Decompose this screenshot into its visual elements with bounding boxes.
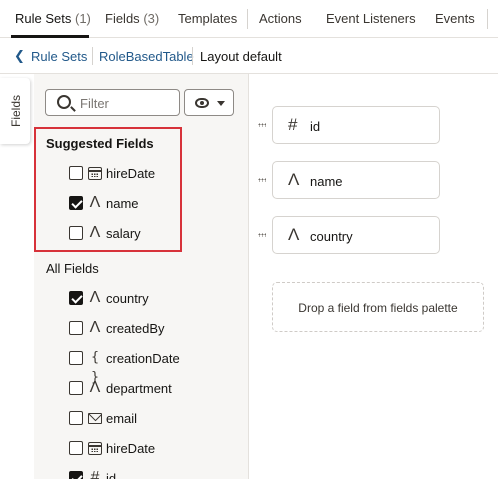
fields-panel-tab-label: Fields [9,94,23,128]
list-item[interactable]: { } creationDate [69,348,239,385]
field-label: department [106,381,172,396]
field-label: hireDate [106,166,156,181]
checkbox[interactable] [69,166,83,180]
field-label: createdBy [106,321,165,336]
drag-handle-icon[interactable] [258,178,266,182]
tab-actions[interactable]: Actions [259,11,302,26]
list-item[interactable]: Λ name [69,193,239,213]
text-type-icon: Λ [89,379,101,396]
list-item[interactable]: Λ createdBy [69,318,239,338]
number-icon: # [288,115,298,134]
breadcrumb-divider [92,47,93,65]
drag-handle-icon[interactable] [258,233,266,237]
tab-templates-label: Templates [178,11,238,26]
tab-fields[interactable]: Fields (3) [105,11,159,26]
list-item[interactable]: Λ salary [69,223,239,243]
checkbox[interactable] [69,196,83,210]
filter-field[interactable] [45,89,180,116]
tab-events-label: Events [435,11,475,26]
tab-templates[interactable]: Templates [178,11,237,26]
layout-field-card[interactable]: # id [272,106,440,144]
list-item[interactable]: # id [69,468,239,479]
tab-divider [247,9,248,29]
drop-zone-text: Drop a field from fields palette [298,301,458,315]
braces-icon: { } [91,350,99,385]
filter-input[interactable] [80,93,175,113]
text-type-icon: Λ [89,319,101,336]
text-type-icon: Λ [288,225,300,244]
eye-icon [195,98,209,108]
list-item[interactable]: Λ country [69,288,239,308]
text-type-icon: Λ [288,170,300,189]
checkbox[interactable] [69,321,83,335]
tab-rule-sets-label: Rule Sets [15,11,72,26]
layout-field-label: id [310,119,321,134]
caret-down-icon [217,101,225,106]
tab-rule-sets-count: (1) [75,11,91,26]
list-item[interactable]: hireDate [69,163,239,183]
breadcrumb: ❮ Rule Sets RoleBasedTable Layout defaul… [0,38,498,74]
number-icon: # [90,469,100,479]
drag-handle-icon[interactable] [258,123,266,127]
tab-fields-label: Fields [105,11,140,26]
checkbox[interactable] [69,411,83,425]
field-label: country [106,291,149,306]
checkbox[interactable] [69,381,83,395]
tab-fields-count: (3) [143,11,160,26]
field-label: hireDate [106,441,156,456]
text-type-icon: Λ [89,224,101,241]
drop-zone[interactable]: Drop a field from fields palette [272,282,484,332]
text-type-icon: Λ [89,194,101,211]
field-label: salary [106,226,141,241]
list-item[interactable]: hireDate [69,438,239,458]
all-fields-heading: All Fields [46,261,99,276]
layout-field-card[interactable]: Λ name [272,161,440,199]
calendar-icon [88,442,102,455]
checkbox[interactable] [69,441,83,455]
checkbox[interactable] [69,291,83,305]
tab-divider [487,9,488,29]
top-tab-bar: Rule Sets (1) Fields (3) Templates Actio… [0,0,498,38]
calendar-icon [88,167,102,180]
field-label: creationDate [106,351,180,366]
layout-field-label: name [310,174,343,189]
chevron-left-icon[interactable]: ❮ [14,48,25,63]
tab-rule-sets[interactable]: Rule Sets (1) [15,11,91,26]
mail-icon [88,413,102,424]
field-label: id [106,471,117,479]
field-label: email [106,411,138,426]
text-type-icon: Λ [89,289,101,306]
tab-actions-label: Actions [259,11,302,26]
breadcrumb-current: Layout default [200,49,282,64]
breadcrumb-divider [192,47,193,65]
search-icon [57,95,71,109]
tab-event-listeners-label: Event Listeners [326,11,416,26]
tab-event-listeners[interactable]: Event Listeners [326,11,416,26]
layout-field-label: country [310,229,353,244]
breadcrumb-rule-sets[interactable]: Rule Sets [31,49,87,64]
breadcrumb-table[interactable]: RoleBasedTable [99,49,194,64]
field-label: name [106,196,139,211]
checkbox[interactable] [69,226,83,240]
list-item[interactable]: email [69,408,239,428]
layout-field-card[interactable]: Λ country [272,216,440,254]
list-item[interactable]: Λ department [69,378,239,398]
checkbox[interactable] [69,351,83,365]
fields-panel-tab[interactable]: Fields [0,78,30,144]
checkbox[interactable] [69,471,83,479]
tab-events[interactable]: Events [435,11,475,26]
visibility-menu-button[interactable] [184,89,234,116]
